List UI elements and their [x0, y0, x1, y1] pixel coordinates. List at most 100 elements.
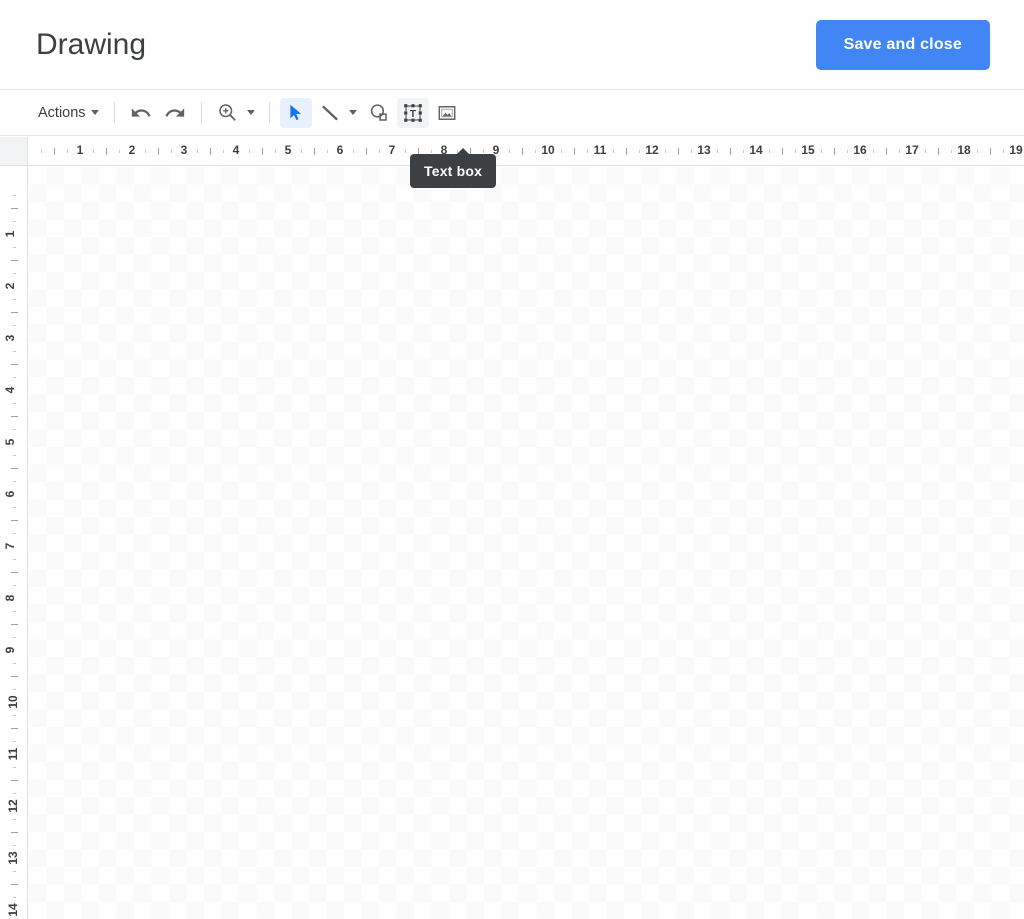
textbox-tool[interactable]: T — [396, 97, 429, 128]
ruler-tick — [626, 148, 627, 155]
drawing-toolbar: Actions T — [0, 90, 1024, 136]
ruler-label: 1 — [2, 230, 17, 238]
ruler-tick — [11, 364, 18, 365]
save-and-close-button[interactable]: Save and close — [815, 19, 990, 70]
ruler-tick — [535, 150, 536, 153]
image-tool[interactable] — [431, 98, 463, 128]
ruler-tick — [13, 637, 16, 638]
ruler-tick — [327, 150, 328, 153]
ruler-tick — [717, 150, 718, 153]
redo-button[interactable] — [159, 98, 191, 128]
toolbar-separator — [113, 101, 115, 124]
line-icon — [321, 105, 338, 120]
ruler-label: 10 — [541, 143, 555, 157]
ruler-tick — [665, 150, 666, 153]
ruler-tick — [13, 767, 16, 768]
ruler-tick — [13, 455, 16, 456]
select-tool[interactable] — [279, 97, 312, 128]
zoom-dropdown[interactable] — [243, 98, 260, 128]
ruler-label: 7 — [2, 542, 17, 550]
cursor-arrow-icon — [290, 104, 302, 121]
ruler-label: 19 — [1009, 143, 1023, 157]
ruler-tick — [1003, 150, 1004, 153]
redo-icon — [164, 107, 184, 117]
shape-tool[interactable] — [363, 98, 395, 128]
ruler-tick — [13, 793, 16, 794]
ruler-tick — [574, 148, 575, 155]
ruler-tick — [158, 148, 159, 155]
ruler-tick — [275, 150, 276, 153]
line-tool[interactable] — [314, 98, 346, 128]
undo-button[interactable] — [125, 98, 157, 128]
ruler-tick — [262, 148, 263, 155]
ruler-label: 16 — [853, 143, 867, 157]
ruler-label: 9 — [2, 646, 17, 654]
chevron-down-icon — [349, 110, 358, 115]
ruler-label: 7 — [388, 143, 396, 157]
page-title: Drawing — [36, 27, 147, 61]
ruler-tick — [54, 148, 55, 155]
ruler-tick — [821, 150, 822, 153]
ruler-tick — [795, 150, 796, 153]
ruler-tick — [691, 150, 692, 153]
ruler-tick — [11, 208, 18, 209]
ruler-label: 6 — [336, 143, 344, 157]
ruler-tick — [13, 741, 16, 742]
ruler-tick — [743, 150, 744, 153]
ruler-label: 13 — [697, 143, 711, 157]
ruler-tick — [13, 715, 16, 716]
ruler-tick — [13, 481, 16, 482]
ruler-tick — [13, 195, 16, 196]
ruler-tick — [93, 150, 94, 153]
ruler-tick — [509, 150, 510, 153]
zoom-in-icon — [219, 104, 236, 121]
ruler-tick — [13, 377, 16, 378]
ruler-tick — [405, 150, 406, 153]
ruler-tick — [13, 897, 16, 898]
tooltip-label: Text box — [424, 163, 483, 179]
tooltip: Text box — [410, 148, 497, 188]
ruler-label: 12 — [645, 143, 659, 157]
line-dropdown[interactable] — [345, 98, 362, 128]
ruler-tick — [67, 150, 68, 153]
ruler-tick — [41, 150, 42, 153]
ruler-tick — [314, 148, 315, 155]
ruler-tick — [938, 148, 939, 155]
ruler-tick — [587, 150, 588, 153]
drawing-header: Drawing Save and close — [0, 0, 1024, 90]
chevron-down-icon — [247, 110, 256, 115]
ruler-tick — [11, 260, 18, 261]
vertical-ruler[interactable]: 1 2 3 4 5 6 7 8 9 10 11 12 13 14 — [0, 166, 28, 919]
ruler-tick — [11, 520, 18, 521]
ruler-label: 11 — [593, 143, 607, 157]
ruler-label: 4 — [2, 386, 17, 394]
ruler-tick — [886, 148, 887, 155]
ruler-tick — [13, 273, 16, 274]
ruler-label: 6 — [2, 490, 17, 498]
ruler-tick — [11, 676, 18, 677]
horizontal-ruler[interactable]: 1 2 3 4 5 6 7 8 9 10 11 12 13 14 15 16 17 18 19 — [28, 137, 1024, 166]
ruler-tick — [223, 150, 224, 153]
ruler-tick — [13, 689, 16, 690]
actions-menu[interactable]: Actions — [30, 98, 105, 128]
ruler-tick — [171, 150, 172, 153]
ruler-label: 12 — [6, 799, 21, 813]
ruler-tick — [11, 624, 18, 625]
ruler-tick — [11, 468, 18, 469]
ruler-tick — [13, 507, 16, 508]
ruler-tick — [106, 148, 107, 155]
ruler-tick — [249, 150, 250, 153]
ruler-label: 5 — [2, 438, 17, 446]
ruler-tick — [11, 312, 18, 313]
ruler-tick — [13, 663, 16, 664]
ruler-label: 18 — [957, 143, 971, 157]
zoom-button[interactable] — [212, 98, 244, 128]
ruler-label: 13 — [6, 851, 21, 865]
ruler-tick — [13, 325, 16, 326]
drawing-canvas[interactable] — [29, 167, 1024, 919]
ruler-tick — [13, 403, 16, 404]
ruler-tick — [119, 150, 120, 153]
ruler-tick — [834, 148, 835, 155]
ruler-label: 2 — [2, 282, 17, 290]
ruler-tick — [951, 150, 952, 153]
